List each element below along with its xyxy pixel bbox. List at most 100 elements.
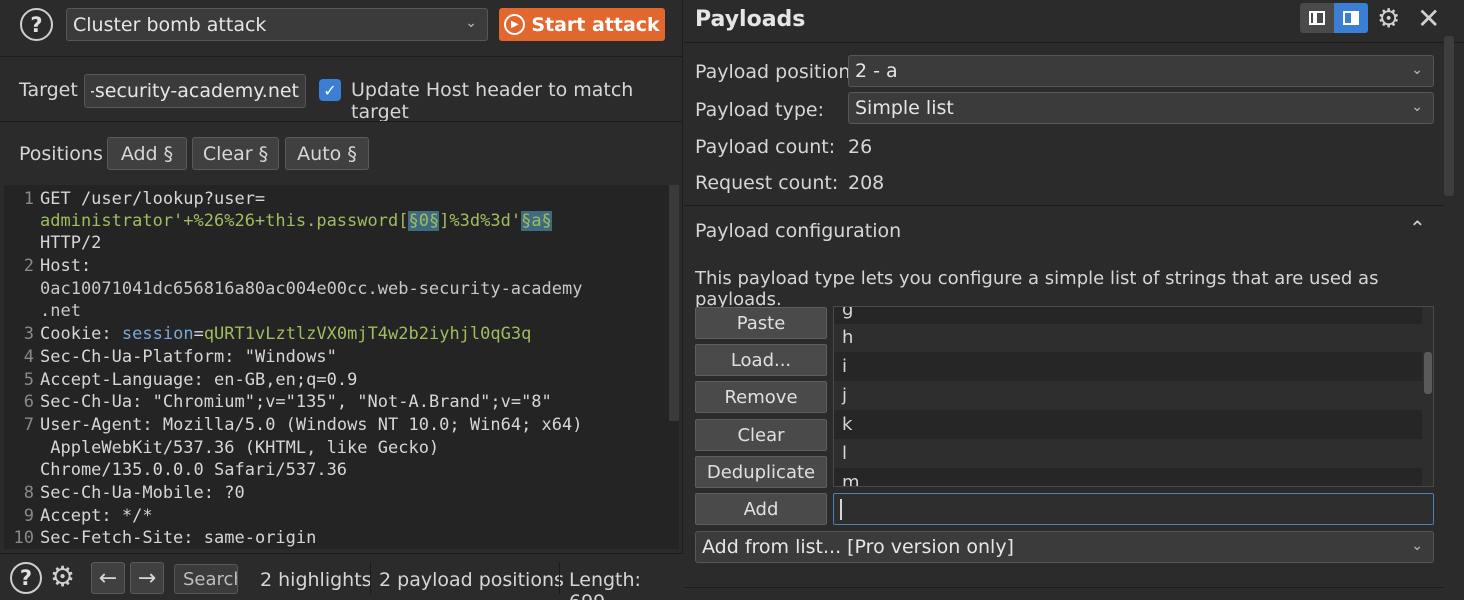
add-payload-input[interactable] xyxy=(833,493,1434,525)
gear-icon[interactable]: ⚙ xyxy=(1377,4,1400,34)
header-key: Accept-Language: xyxy=(40,370,204,390)
cookie-value: qURT1vLztlzVX0mjT4w2b2iyhjl0qG3q xyxy=(203,324,532,344)
header-value: AppleWebKit/537.36 (KHTML, like Gecko) xyxy=(40,438,440,458)
line-number: 10 xyxy=(13,528,34,548)
query-value: ]%3d%3d' xyxy=(439,211,522,231)
payload-position-label: Payload position: xyxy=(695,61,857,83)
update-host-checkbox[interactable]: ✓ xyxy=(319,79,341,101)
header-key: Sec-Fetch-Site: xyxy=(40,528,194,548)
chevron-down-icon: ⌄ xyxy=(1411,538,1423,554)
header-key: Cookie: xyxy=(40,324,112,344)
attack-type-value: Cluster bomb attack xyxy=(73,13,267,36)
chevron-up-icon[interactable]: ⌃ xyxy=(1409,216,1426,240)
help-icon[interactable]: ? xyxy=(10,562,42,594)
clear-button[interactable]: Clear xyxy=(695,419,827,451)
gear-icon[interactable]: ⚙ xyxy=(50,560,75,593)
payload-type-select[interactable]: Simple list ⌄ xyxy=(848,92,1434,124)
payload-marker[interactable]: §a§ xyxy=(521,211,552,231)
query-value: administrator'+%26%26+this.password[ xyxy=(40,211,409,231)
payload-position-select[interactable]: 2 - a ⌄ xyxy=(848,55,1434,87)
header-value: same-origin xyxy=(203,528,317,548)
header-line: Sec-Ch-Ua: "Chromium";v="135", "Not-A.Br… xyxy=(40,392,552,412)
line-number: 8 xyxy=(23,483,34,503)
layout-right-icon xyxy=(1343,11,1359,25)
header-line: Accept: */* xyxy=(40,506,153,526)
clear-marker-button[interactable]: Clear § xyxy=(192,137,279,170)
payload-configuration-title: Payload configuration xyxy=(695,220,902,242)
cookie-line: Cookie: session=qURT1vLztlzVX0mjT4w2b2iy… xyxy=(40,324,532,344)
start-attack-button[interactable]: ▶ Start attack xyxy=(499,8,665,41)
layout-right-option[interactable] xyxy=(1334,3,1368,33)
header-line: Sec-Fetch-Site: same-origin xyxy=(40,528,316,548)
list-item[interactable]: m xyxy=(834,468,1422,486)
close-icon[interactable]: ✕ xyxy=(1417,2,1440,35)
request-editor[interactable]: 1 GET /user/lookup?user= administrator'+… xyxy=(4,185,679,549)
header-value: "Chromium";v="135", "Not-A.Brand";v="8" xyxy=(152,392,552,412)
positions-label: Positions xyxy=(19,143,103,165)
line-number: 9 xyxy=(23,506,34,526)
payload-list[interactable]: g h i j k l m xyxy=(833,306,1434,487)
list-item[interactable]: k xyxy=(834,410,1422,439)
request-count-value: 208 xyxy=(848,172,885,194)
forward-arrow-icon[interactable]: → xyxy=(130,562,164,594)
editor-scrollbar[interactable] xyxy=(669,185,679,421)
layout-left-icon xyxy=(1309,11,1325,25)
header-value: 0ac10071041dc656816a80ac004e00cc.web-sec… xyxy=(40,279,583,299)
remove-button[interactable]: Remove xyxy=(695,381,827,413)
add-button[interactable]: Add xyxy=(695,493,827,525)
layout-left-option[interactable] xyxy=(1300,3,1334,33)
back-arrow-icon[interactable]: ← xyxy=(91,562,125,594)
search-placeholder: Search xyxy=(183,568,237,590)
header-value: Chrome/135.0.0.0 Safari/537.36 xyxy=(40,460,348,480)
help-icon[interactable]: ? xyxy=(20,8,53,41)
payloads-panel: Payloads ⚙ ✕ Payload position: 2 - a ⌄ P… xyxy=(684,0,1464,600)
line-number: 1 xyxy=(23,189,34,209)
payload-positions-count: 2 payload positions xyxy=(379,569,564,591)
layout-toggle[interactable] xyxy=(1300,3,1368,33)
header-line: User-Agent: Mozilla/5.0 (Windows NT 10.0… xyxy=(40,415,582,435)
intruder-left-pane: ? Cluster bomb attack ⌄ ▶ Start attack T… xyxy=(0,0,683,600)
start-attack-label: Start attack xyxy=(531,13,660,36)
search-input[interactable]: Search xyxy=(174,564,238,594)
deduplicate-button[interactable]: Deduplicate xyxy=(695,456,827,488)
load-button[interactable]: Load... xyxy=(695,344,827,376)
header-value: */* xyxy=(121,506,153,526)
payload-count-value: 26 xyxy=(848,136,873,158)
divider xyxy=(684,42,1464,43)
paste-button[interactable]: Paste xyxy=(695,307,827,339)
list-item[interactable]: g xyxy=(834,307,1422,324)
payload-count-label: Payload count: xyxy=(695,136,836,158)
divider xyxy=(684,587,1444,588)
request-length: Length: 699 xyxy=(569,569,641,600)
header-line: Accept-Language: en-GB,en;q=0.9 xyxy=(40,370,357,390)
line-number: 7 xyxy=(23,415,34,435)
add-marker-button[interactable]: Add § xyxy=(107,137,187,170)
add-from-list-select[interactable]: Add from list... [Pro version only] ⌄ xyxy=(695,531,1434,563)
add-from-list-value: Add from list... [Pro version only] xyxy=(702,536,1014,558)
chevron-down-icon: ⌄ xyxy=(465,15,477,31)
header-value: en-GB,en;q=0.9 xyxy=(214,370,358,390)
header-line: Sec-Ch-Ua-Platform: "Windows" xyxy=(40,347,337,367)
header-key: User-Agent: xyxy=(40,415,153,435)
header-key: Sec-Ch-Ua-Mobile: xyxy=(40,483,214,503)
list-item[interactable]: j xyxy=(834,381,1422,410)
line-number: 2 xyxy=(23,256,34,276)
editor-bottom-bar: ? ⚙ ← → Search 2 highlights 2 payload po… xyxy=(0,553,683,600)
list-item[interactable]: i xyxy=(834,352,1422,381)
chevron-down-icon: ⌄ xyxy=(1411,62,1423,78)
list-item[interactable]: l xyxy=(834,439,1422,468)
divider xyxy=(0,56,682,57)
payloads-title: Payloads xyxy=(695,7,806,32)
target-input[interactable] xyxy=(84,74,306,108)
check-icon: ✓ xyxy=(323,80,337,100)
auto-marker-button[interactable]: Auto § xyxy=(285,137,369,170)
payload-type-value: Simple list xyxy=(855,97,954,119)
payload-marker[interactable]: §0§ xyxy=(408,211,440,231)
divider xyxy=(0,121,682,122)
list-item[interactable]: h xyxy=(834,323,1422,352)
attack-type-select[interactable]: Cluster bomb attack ⌄ xyxy=(66,8,488,41)
list-scrollbar[interactable] xyxy=(1424,352,1432,394)
request-count-label: Request count: xyxy=(695,172,839,194)
panel-scrollbar[interactable] xyxy=(1444,36,1454,196)
chevron-down-icon: ⌄ xyxy=(1411,99,1423,115)
